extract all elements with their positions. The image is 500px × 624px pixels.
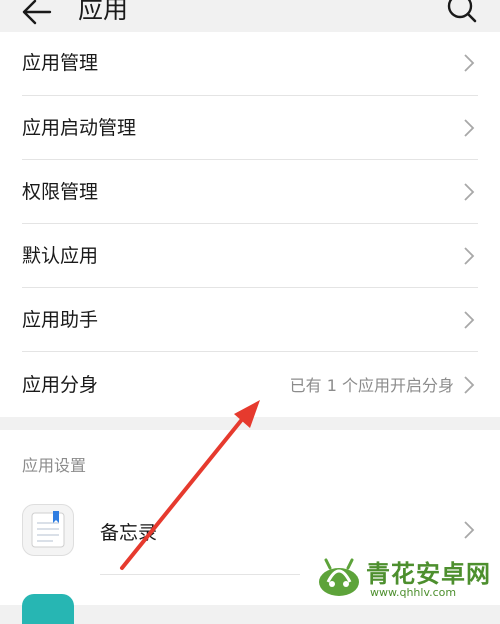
row-value: 已有 1 个应用开启分身 bbox=[289, 376, 454, 395]
chevron-right-icon bbox=[464, 247, 475, 265]
watermark-logo-icon bbox=[319, 558, 359, 596]
watermark: 青花安卓网 www.qhhlv.com bbox=[314, 548, 500, 605]
back-arrow-icon[interactable] bbox=[20, 0, 56, 26]
row-label: 应用管理 bbox=[22, 52, 99, 74]
memo-app-icon bbox=[22, 504, 74, 556]
page-title: 应用 bbox=[78, 0, 129, 24]
app-name: 备忘录 bbox=[100, 522, 158, 544]
chevron-right-icon bbox=[464, 54, 475, 72]
row-label: 权限管理 bbox=[22, 181, 99, 203]
row-label: 应用启动管理 bbox=[22, 117, 137, 139]
watermark-text: 青花安卓网 bbox=[366, 560, 491, 588]
row-app-assistant[interactable]: 应用助手 bbox=[0, 288, 500, 352]
row-app-management[interactable]: 应用管理 bbox=[0, 32, 500, 96]
chevron-right-icon bbox=[464, 521, 475, 539]
chevron-right-icon bbox=[464, 119, 475, 137]
row-permission-management[interactable]: 权限管理 bbox=[0, 160, 500, 224]
chevron-right-icon bbox=[464, 183, 475, 201]
section-title: 应用设置 bbox=[22, 456, 87, 475]
row-label: 应用分身 bbox=[22, 374, 99, 396]
chevron-right-icon bbox=[464, 376, 475, 394]
settings-list: 应用管理 应用启动管理 权限管理 默认应用 应用助手 应用分身 已有 1 个应用… bbox=[0, 32, 500, 417]
app-icon[interactable] bbox=[22, 594, 74, 624]
row-label: 应用助手 bbox=[22, 309, 99, 331]
row-app-twin[interactable]: 应用分身 已有 1 个应用开启分身 bbox=[0, 352, 500, 416]
chevron-right-icon bbox=[464, 311, 475, 329]
divider bbox=[100, 574, 300, 575]
watermark-url: www.qhhlv.com bbox=[370, 586, 457, 599]
row-label: 默认应用 bbox=[22, 245, 99, 267]
row-default-apps[interactable]: 默认应用 bbox=[0, 224, 500, 288]
row-app-launch-management[interactable]: 应用启动管理 bbox=[0, 96, 500, 160]
search-icon[interactable] bbox=[446, 0, 478, 26]
